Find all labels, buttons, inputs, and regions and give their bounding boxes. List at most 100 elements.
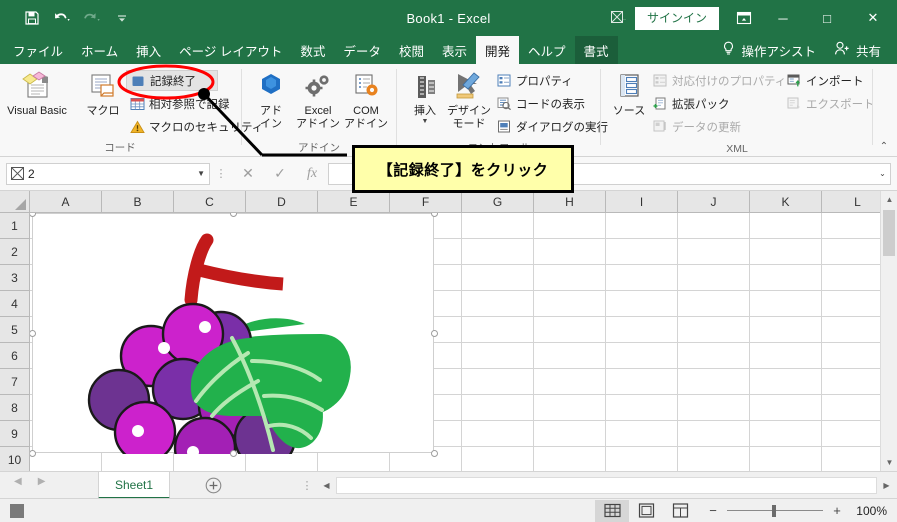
zoom-slider-thumb[interactable] (772, 504, 776, 517)
row-header-3[interactable]: 3 (0, 265, 30, 291)
sign-in-button[interactable]: サインイン (634, 6, 719, 30)
view-code-button[interactable]: コードの表示 (493, 93, 589, 114)
row-header-1[interactable]: 1 (0, 213, 30, 239)
horizontal-scrollbar[interactable]: ◀ ▶ (318, 477, 895, 494)
column-header-j[interactable]: J (678, 191, 750, 213)
insert-control-button[interactable]: 挿入 ▼ (403, 68, 447, 136)
addins-button[interactable]: アド イン (248, 68, 294, 136)
vertical-scroll-thumb[interactable] (883, 210, 895, 256)
run-dialog-button[interactable]: ダイアログの実行 (493, 116, 612, 137)
row-header-2[interactable]: 2 (0, 239, 30, 265)
tab-developer[interactable]: 開発 (475, 36, 519, 64)
scroll-left-button[interactable]: ◀ (318, 477, 335, 494)
xml-source-button[interactable]: ソース (607, 68, 651, 136)
group-separator-2 (396, 69, 397, 145)
row-header-6[interactable]: 6 (0, 343, 30, 369)
cancel-entry-button[interactable]: ✕ (232, 162, 264, 186)
column-header-d[interactable]: D (246, 191, 318, 213)
normal-view-icon[interactable] (595, 499, 629, 522)
import-button[interactable]: インポート (783, 70, 868, 91)
column-header-h[interactable]: H (534, 191, 606, 213)
tab-view[interactable]: 表示 (433, 36, 476, 64)
macros-button[interactable]: マクロ (78, 68, 128, 136)
column-header-e[interactable]: E (318, 191, 390, 213)
cell-area[interactable] (30, 213, 880, 471)
resize-handle-tr[interactable] (431, 213, 438, 217)
page-break-preview-icon[interactable] (663, 500, 697, 522)
resize-handle-br[interactable] (431, 450, 438, 457)
column-header-i[interactable]: I (606, 191, 678, 213)
redo-icon[interactable] (78, 4, 106, 32)
tab-home[interactable]: ホーム (72, 36, 127, 64)
tab-insert[interactable]: 挿入 (127, 36, 170, 64)
split-handle[interactable]: ⋮ (296, 479, 318, 492)
name-box[interactable]: 2 ▼ (6, 162, 210, 185)
stop-recording-status-button[interactable] (10, 503, 24, 518)
scroll-right-button[interactable]: ▶ (878, 477, 895, 494)
save-icon[interactable] (18, 4, 46, 32)
stop-recording-button[interactable]: 記録終了 (126, 70, 218, 91)
insert-function-button[interactable]: fx (296, 162, 328, 186)
scroll-down-button[interactable]: ▼ (881, 454, 897, 471)
column-header-f[interactable]: F (390, 191, 462, 213)
row-header-10[interactable]: 10 (0, 447, 30, 471)
tab-file[interactable]: ファイル (4, 36, 72, 64)
resize-handle-mr[interactable] (431, 330, 438, 337)
zoom-out-button[interactable]: − (705, 503, 721, 518)
previous-sheet-button[interactable]: ◀ (14, 476, 22, 487)
selected-picture[interactable] (30, 213, 438, 471)
com-addins-button[interactable]: COM アドイン (342, 68, 390, 136)
zoom-level-label[interactable]: 100% (851, 504, 897, 518)
row-headers: 1 2 3 4 5 6 7 8 9 10 (0, 213, 30, 471)
next-sheet-button[interactable]: ▶ (38, 476, 46, 487)
ribbon-group-code: Visual Basic マクロ 記録終了 相対参照で記録 マクロのセキュリティ… (0, 64, 263, 157)
column-header-k[interactable]: K (750, 191, 822, 213)
tab-review[interactable]: 校閲 (390, 36, 433, 64)
zoom-slider[interactable] (727, 504, 823, 518)
vertical-scrollbar[interactable]: ▲ ▼ (880, 191, 897, 471)
row-header-9[interactable]: 9 (0, 421, 30, 447)
add-sheet-button[interactable] (205, 477, 222, 494)
close-button[interactable]: ✕ (849, 3, 897, 33)
zoom-in-button[interactable]: + (829, 503, 845, 518)
customize-qat-icon[interactable] (108, 4, 136, 32)
tab-format[interactable]: 書式 (574, 36, 618, 64)
tab-formulas[interactable]: 数式 (291, 36, 334, 64)
tab-page-layout[interactable]: ページ レイアウト (170, 36, 291, 64)
column-header-c[interactable]: C (174, 191, 246, 213)
collapse-ribbon-icon[interactable]: ⌃ (876, 140, 892, 154)
select-all-button[interactable] (0, 191, 30, 213)
column-header-b[interactable]: B (102, 191, 174, 213)
row-header-7[interactable]: 7 (0, 369, 30, 395)
expansion-packs-button[interactable]: 拡張パック (649, 93, 734, 114)
page-layout-view-icon[interactable] (629, 500, 663, 522)
horizontal-scroll-thumb[interactable] (336, 477, 877, 494)
tell-me-assist[interactable]: 操作アシスト (714, 41, 824, 60)
row-header-4[interactable]: 4 (0, 291, 30, 317)
maximize-button[interactable]: □ (805, 3, 849, 33)
undo-icon[interactable] (48, 4, 76, 32)
tab-data[interactable]: データ (334, 36, 390, 64)
row-header-8[interactable]: 8 (0, 395, 30, 421)
ribbon-display-options-icon[interactable] (727, 3, 761, 33)
resize-handle-bl[interactable] (30, 450, 36, 457)
confirm-entry-button[interactable]: ✓ (264, 162, 296, 186)
tab-help[interactable]: ヘルプ (519, 36, 575, 64)
chevron-down-icon[interactable]: ▼ (197, 169, 205, 178)
excel-addins-button[interactable]: Excel アドイン (294, 68, 342, 136)
expand-formula-bar-icon[interactable]: ⌄ (875, 162, 891, 185)
use-relative-references-button[interactable]: 相対参照で記録 (126, 93, 234, 114)
row-header-5[interactable]: 5 (0, 317, 30, 343)
properties-button[interactable]: プロパティ (493, 70, 577, 91)
scroll-up-button[interactable]: ▲ (881, 191, 897, 208)
design-mode-button[interactable]: デザイン モード (445, 68, 493, 136)
share-button[interactable]: 共有 (828, 41, 891, 60)
column-header-g[interactable]: G (462, 191, 534, 213)
resize-handle-bc[interactable] (230, 450, 237, 457)
column-header-a[interactable]: A (30, 191, 102, 213)
sheet-tab-sheet1[interactable]: Sheet1 (98, 472, 171, 499)
chevron-down-icon[interactable]: ▼ (422, 118, 429, 125)
formula-bar-resize-handle[interactable]: ⋮ (210, 167, 232, 180)
minimize-button[interactable]: ─ (761, 3, 805, 33)
visual-basic-button[interactable]: Visual Basic (6, 68, 68, 136)
